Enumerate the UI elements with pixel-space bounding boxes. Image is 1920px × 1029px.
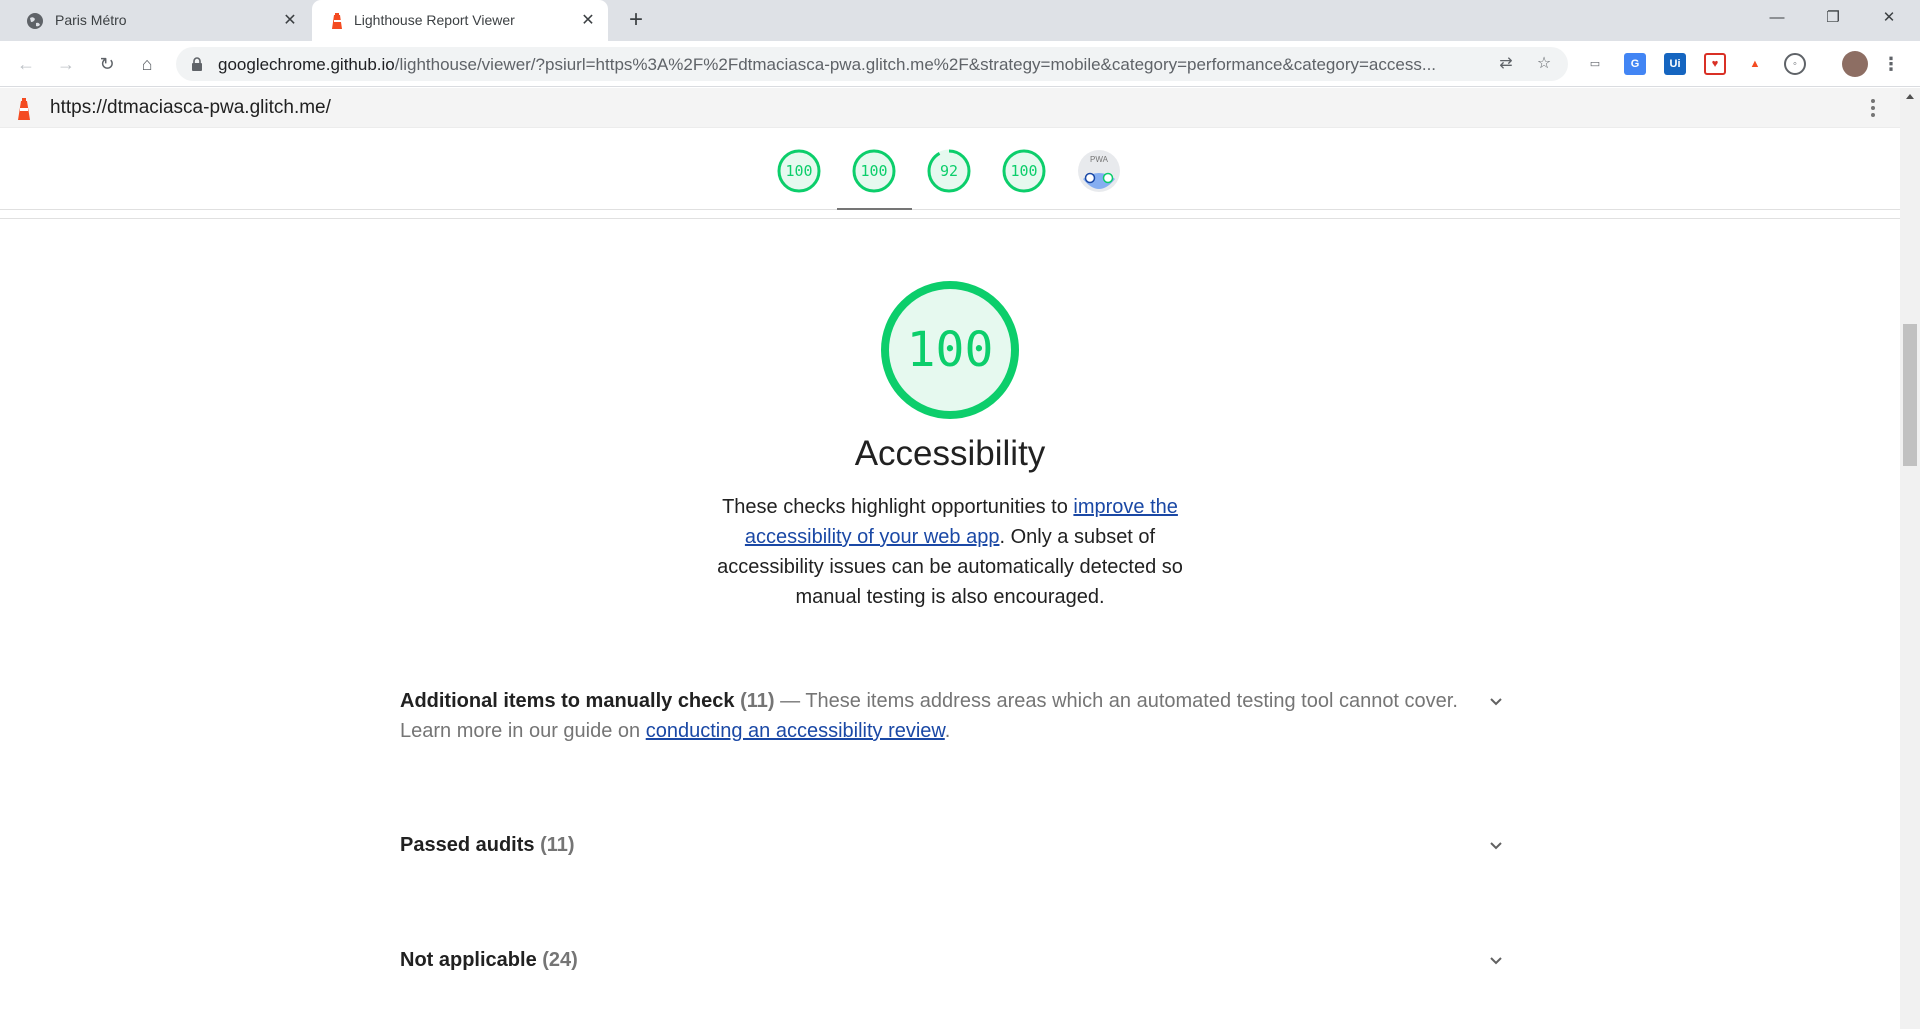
gauge-pwa[interactable]: PWA	[1077, 149, 1121, 193]
restore-icon[interactable]: ❐	[1818, 6, 1848, 30]
score-gauges-bar: 100 100 92 100 PWA	[0, 128, 1900, 210]
tab-lighthouse-report-viewer[interactable]: Lighthouse Report Viewer ✕	[312, 0, 608, 41]
gauge-score: 100	[785, 162, 813, 180]
reload-icon[interactable]: ↻	[95, 52, 119, 76]
minimize-icon[interactable]: —	[1762, 6, 1792, 30]
chevron-down-icon[interactable]	[1488, 694, 1504, 710]
chevron-down-icon[interactable]	[1488, 838, 1504, 854]
report-topbar: https://dtmaciasca-pwa.glitch.me/	[0, 88, 1900, 128]
home-icon[interactable]: ⌂	[135, 52, 159, 76]
devtools-extension-icon[interactable]: ◦	[1784, 53, 1806, 75]
lighthouse-icon	[332, 13, 342, 29]
translate-icon[interactable]: ⇄	[1496, 54, 1516, 74]
tab-strip: Paris Métro ✕ Lighthouse Report Viewer ✕…	[0, 0, 1920, 41]
gauge-score: 92	[939, 162, 959, 180]
pwa-label: PWA	[1090, 155, 1108, 164]
page-scrollbar[interactable]	[1900, 88, 1920, 1029]
tab-title: Lighthouse Report Viewer	[354, 12, 515, 28]
group-passed-audits[interactable]: Passed audits (11)	[400, 830, 1502, 860]
address-bar[interactable]: googlechrome.github.io/lighthouse/viewer…	[176, 47, 1568, 81]
cast-icon[interactable]: ▭	[1584, 53, 1606, 75]
group-count: (24)	[542, 949, 578, 971]
url-text: googlechrome.github.io/lighthouse/viewer…	[218, 55, 1436, 75]
url-path: /lighthouse/viewer/?psiurl=https%3A%2F%2…	[394, 55, 1437, 74]
report-site-url[interactable]: https://dtmaciasca-pwa.glitch.me/	[50, 97, 331, 119]
category-score-gauge: 100	[879, 279, 1021, 421]
close-tab-icon[interactable]: ✕	[280, 11, 300, 31]
gauge-score: 100	[1010, 162, 1038, 180]
description-text: These checks highlight opportunities to	[722, 496, 1074, 518]
category-description: These checks highlight opportunities to …	[700, 492, 1200, 612]
group-manual-check[interactable]: Additional items to manually check (11) …	[400, 686, 1502, 746]
google-translate-icon[interactable]: G	[1624, 53, 1646, 75]
close-window-icon[interactable]: ✕	[1874, 6, 1904, 30]
gauge-best-practices[interactable]: 92	[927, 149, 971, 193]
globe-icon	[27, 13, 43, 29]
tools-menu-icon[interactable]	[1866, 96, 1880, 120]
pocket-icon[interactable]: ♥	[1704, 53, 1726, 75]
group-not-applicable[interactable]: Not applicable (24)	[400, 945, 1502, 975]
group-count: (11)	[740, 690, 775, 712]
lighthouse-extension-icon[interactable]: ▲	[1744, 53, 1766, 75]
tab-paris-metro[interactable]: Paris Métro ✕	[10, 0, 310, 41]
gauge-seo[interactable]: 100	[1002, 149, 1046, 193]
group-title: Passed audits	[400, 834, 535, 856]
category-score: 100	[906, 322, 994, 378]
scrollbar-thumb[interactable]	[1903, 324, 1917, 466]
bookmark-star-icon[interactable]: ☆	[1534, 54, 1554, 74]
category-title: Accessibility	[854, 434, 1046, 473]
new-tab-button[interactable]: +	[624, 8, 648, 32]
divider	[0, 218, 1900, 219]
back-icon[interactable]: ←	[14, 52, 38, 76]
gauge-score: 100	[860, 162, 888, 180]
group-description-end: .	[944, 720, 951, 742]
group-title: Additional items to manually check	[400, 690, 735, 712]
lighthouse-icon	[18, 98, 30, 120]
accessibility-review-link[interactable]: conducting an accessibility review	[646, 720, 945, 742]
tab-title: Paris Métro	[55, 12, 127, 28]
browser-toolbar: ← → ↻ ⌂ googlechrome.github.io/lighthous…	[0, 41, 1920, 87]
url-host: googlechrome.github.io	[218, 55, 395, 74]
chevron-down-icon[interactable]	[1488, 953, 1504, 969]
close-tab-icon[interactable]: ✕	[578, 11, 598, 31]
group-title: Not applicable	[400, 949, 537, 971]
forward-icon[interactable]: →	[54, 52, 78, 76]
selected-gauge-indicator	[837, 208, 912, 210]
ui-extension-icon[interactable]: Ui	[1664, 53, 1686, 75]
scroll-up-arrow-icon[interactable]	[1906, 94, 1914, 99]
gauge-performance[interactable]: 100	[777, 149, 821, 193]
gauge-accessibility[interactable]: 100	[852, 149, 896, 193]
lock-icon	[192, 57, 202, 71]
group-count: (11)	[540, 834, 575, 856]
chrome-menu-icon[interactable]: ⋮	[1880, 53, 1902, 75]
avatar[interactable]	[1842, 51, 1868, 77]
